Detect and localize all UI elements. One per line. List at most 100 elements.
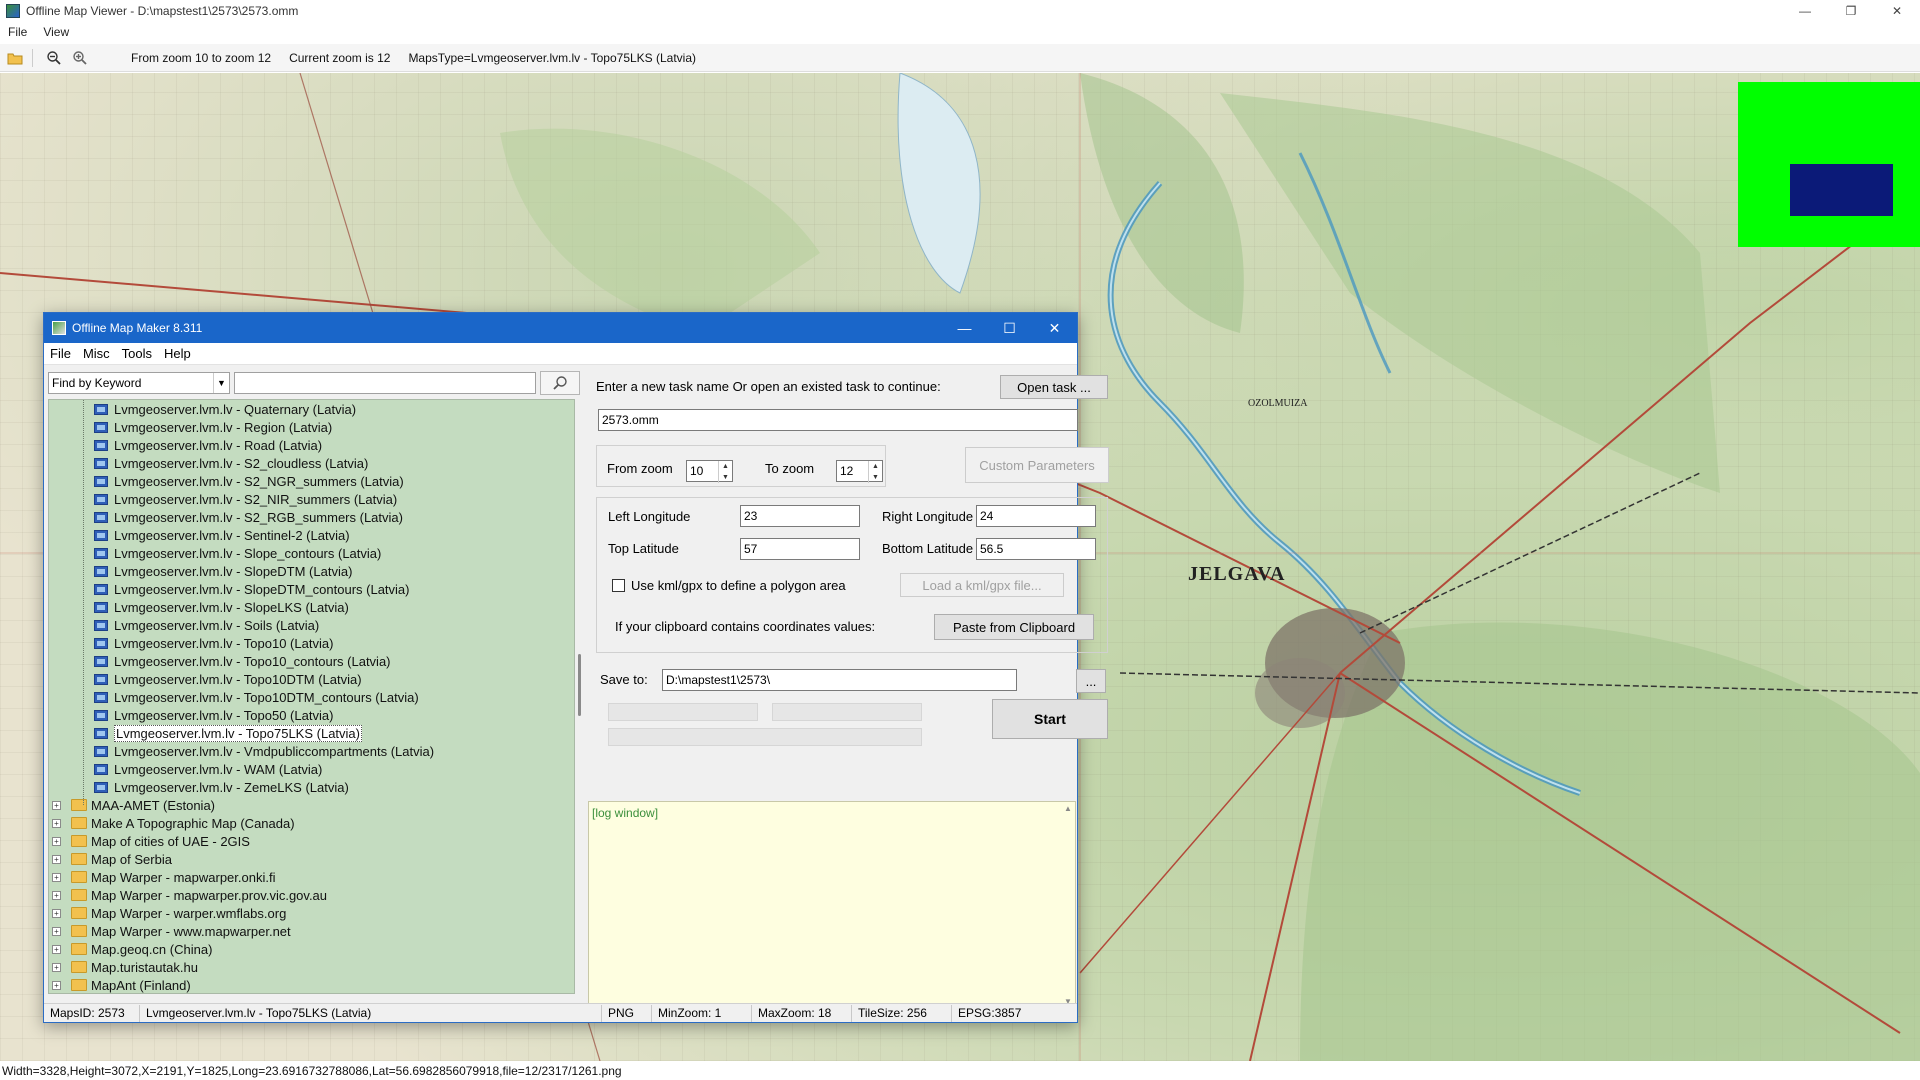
browse-button[interactable]: ... (1076, 669, 1106, 693)
to-zoom-spin[interactable]: ▲ ▼ (868, 461, 882, 483)
search-row: Find by Keyword ▼ (48, 369, 588, 397)
minimap[interactable] (1738, 82, 1920, 247)
scroll-up-icon[interactable]: ▲ (1064, 804, 1072, 813)
expand-icon[interactable]: + (52, 818, 61, 828)
log-scrollbar[interactable]: ▲ ▼ (1061, 802, 1075, 1008)
to-zoom-value: 12 (840, 464, 854, 478)
map-layer-icon (94, 673, 108, 685)
tree-leaf-item[interactable]: Lvmgeoserver.lvm.lv - Topo75LKS (Latvia) (49, 724, 574, 742)
tree-leaf-item[interactable]: Lvmgeoserver.lvm.lv - S2_cloudless (Latv… (49, 454, 574, 472)
expand-icon[interactable]: + (52, 872, 61, 882)
from-zoom-label: From zoom (607, 461, 673, 476)
menu-help[interactable]: Help (158, 346, 197, 361)
expand-icon[interactable]: + (52, 926, 61, 936)
map-layer-icon (94, 619, 108, 631)
spin-up-icon[interactable]: ▲ (719, 461, 732, 472)
tree-scrollbar[interactable] (575, 399, 587, 994)
task-name-input[interactable]: 2573.omm (598, 409, 1078, 431)
tree-leaf-item[interactable]: Lvmgeoserver.lvm.lv - Road (Latvia) (49, 436, 574, 454)
top-latitude-input[interactable]: 57 (740, 538, 860, 560)
search-mode-select[interactable]: Find by Keyword ▼ (48, 372, 230, 394)
left-longitude-input[interactable]: 23 (740, 505, 860, 527)
tree-leaf-item[interactable]: Lvmgeoserver.lvm.lv - SlopeDTM_contours … (49, 580, 574, 598)
tree-folder-item[interactable]: + Map Warper - www.mapwarper.net (49, 922, 574, 940)
menu-tools[interactable]: Tools (116, 346, 158, 361)
expand-icon[interactable]: + (52, 908, 61, 918)
tree-folder-item[interactable]: + Map Warper - mapwarper.prov.vic.gov.au (49, 886, 574, 904)
tree-leaf-item[interactable]: Lvmgeoserver.lvm.lv - S2_NIR_summers (La… (49, 490, 574, 508)
tree-leaf-item[interactable]: Lvmgeoserver.lvm.lv - SlopeDTM (Latvia) (49, 562, 574, 580)
menu-file[interactable]: File (44, 346, 77, 361)
tree-leaf-item[interactable]: Lvmgeoserver.lvm.lv - S2_RGB_summers (La… (49, 508, 574, 526)
tree-leaf-item[interactable]: Lvmgeoserver.lvm.lv - Topo50 (Latvia) (49, 706, 574, 724)
zoom-out-icon[interactable] (43, 47, 65, 69)
from-zoom-spin[interactable]: ▲ ▼ (718, 461, 732, 483)
maximize-icon[interactable]: ☐ (987, 313, 1032, 343)
dialog-window-controls: — ☐ ✕ (942, 313, 1077, 343)
tree-leaf-item[interactable]: Lvmgeoserver.lvm.lv - ZemeLKS (Latvia) (49, 778, 574, 796)
tree-folder-item[interactable]: + Map of Serbia (49, 850, 574, 868)
tree-leaf-item[interactable]: Lvmgeoserver.lvm.lv - Topo10 (Latvia) (49, 634, 574, 652)
to-zoom-stepper[interactable]: 12 ▲ ▼ (836, 460, 883, 483)
search-button[interactable] (540, 371, 580, 395)
menu-file[interactable]: File (0, 25, 35, 39)
tree-leaf-item[interactable]: Lvmgeoserver.lvm.lv - Topo10DTM_contours… (49, 688, 574, 706)
close-icon[interactable]: ✕ (1032, 313, 1077, 343)
tree-folder-item[interactable]: + Map Warper - warper.wmflabs.org (49, 904, 574, 922)
tree-item-label: Map of cities of UAE - 2GIS (91, 833, 250, 849)
custom-parameters-button[interactable]: Custom Parameters (965, 447, 1109, 483)
tree-leaf-item[interactable]: Lvmgeoserver.lvm.lv - Region (Latvia) (49, 418, 574, 436)
status-maps-name: Lvmgeoserver.lvm.lv - Topo75LKS (Latvia) (140, 1004, 602, 1022)
keyword-input[interactable] (234, 372, 536, 394)
tree-leaf-item[interactable]: Lvmgeoserver.lvm.lv - Slope_contours (La… (49, 544, 574, 562)
left-longitude-label: Left Longitude (608, 509, 691, 524)
tree-leaf-item[interactable]: Lvmgeoserver.lvm.lv - Topo10_contours (L… (49, 652, 574, 670)
save-path-input[interactable]: D:\mapstest1\2573\ (662, 669, 1017, 691)
spin-down-icon[interactable]: ▼ (869, 472, 882, 483)
log-window[interactable]: [log window] ▲ ▼ (588, 801, 1076, 1009)
spin-down-icon[interactable]: ▼ (719, 472, 732, 483)
restore-icon[interactable]: ❐ (1828, 0, 1874, 22)
expand-icon[interactable]: + (52, 980, 61, 990)
open-folder-icon[interactable] (4, 47, 26, 69)
zoom-in-icon[interactable] (69, 47, 91, 69)
tree-leaf-item[interactable]: Lvmgeoserver.lvm.lv - Vmdpubliccompartme… (49, 742, 574, 760)
tree-leaf-item[interactable]: Lvmgeoserver.lvm.lv - WAM (Latvia) (49, 760, 574, 778)
minimap-viewport[interactable] (1790, 164, 1893, 216)
tree-leaf-item[interactable]: Lvmgeoserver.lvm.lv - Soils (Latvia) (49, 616, 574, 634)
expand-icon[interactable]: + (52, 800, 61, 810)
close-icon[interactable]: ✕ (1874, 0, 1920, 22)
tree-leaf-item[interactable]: Lvmgeoserver.lvm.lv - Quaternary (Latvia… (49, 400, 574, 418)
load-kml-button[interactable]: Load a kml/gpx file... (900, 573, 1064, 597)
maps-tree[interactable]: Lvmgeoserver.lvm.lv - Quaternary (Latvia… (48, 399, 575, 994)
tree-folder-item[interactable]: + Map.turistautak.hu (49, 958, 574, 976)
tree-folder-item[interactable]: + Map.geoq.cn (China) (49, 940, 574, 958)
expand-icon[interactable]: + (52, 944, 61, 954)
menu-view[interactable]: View (35, 25, 77, 39)
tree-leaf-item[interactable]: Lvmgeoserver.lvm.lv - Sentinel-2 (Latvia… (49, 526, 574, 544)
use-kml-checkbox[interactable] (612, 579, 625, 592)
tree-leaf-item[interactable]: Lvmgeoserver.lvm.lv - SlopeLKS (Latvia) (49, 598, 574, 616)
expand-icon[interactable]: + (52, 836, 61, 846)
minimize-icon[interactable]: — (942, 313, 987, 343)
expand-icon[interactable]: + (52, 890, 61, 900)
tree-leaf-item[interactable]: Lvmgeoserver.lvm.lv - Topo10DTM (Latvia) (49, 670, 574, 688)
open-task-button[interactable]: Open task ... (1000, 375, 1108, 399)
menu-misc[interactable]: Misc (77, 346, 116, 361)
bottom-latitude-input[interactable]: 56.5 (976, 538, 1096, 560)
expand-icon[interactable]: + (52, 962, 61, 972)
expand-icon[interactable]: + (52, 854, 61, 864)
start-button[interactable]: Start (992, 699, 1108, 739)
tree-folder-item[interactable]: + MAA-AMET (Estonia) (49, 796, 574, 814)
tree-folder-item[interactable]: + Map of cities of UAE - 2GIS (49, 832, 574, 850)
tree-folder-item[interactable]: + Make A Topographic Map (Canada) (49, 814, 574, 832)
tree-folder-item[interactable]: + MapAnt (Finland) (49, 976, 574, 993)
tree-leaf-item[interactable]: Lvmgeoserver.lvm.lv - S2_NGR_summers (La… (49, 472, 574, 490)
paste-from-clipboard-button[interactable]: Paste from Clipboard (934, 614, 1094, 640)
spin-up-icon[interactable]: ▲ (869, 461, 882, 472)
tree-scrollbar-thumb[interactable] (578, 654, 581, 716)
tree-folder-item[interactable]: + Map Warper - mapwarper.onki.fi (49, 868, 574, 886)
right-longitude-input[interactable]: 24 (976, 505, 1096, 527)
from-zoom-stepper[interactable]: 10 ▲ ▼ (686, 460, 733, 483)
minimize-icon[interactable]: — (1782, 0, 1828, 22)
